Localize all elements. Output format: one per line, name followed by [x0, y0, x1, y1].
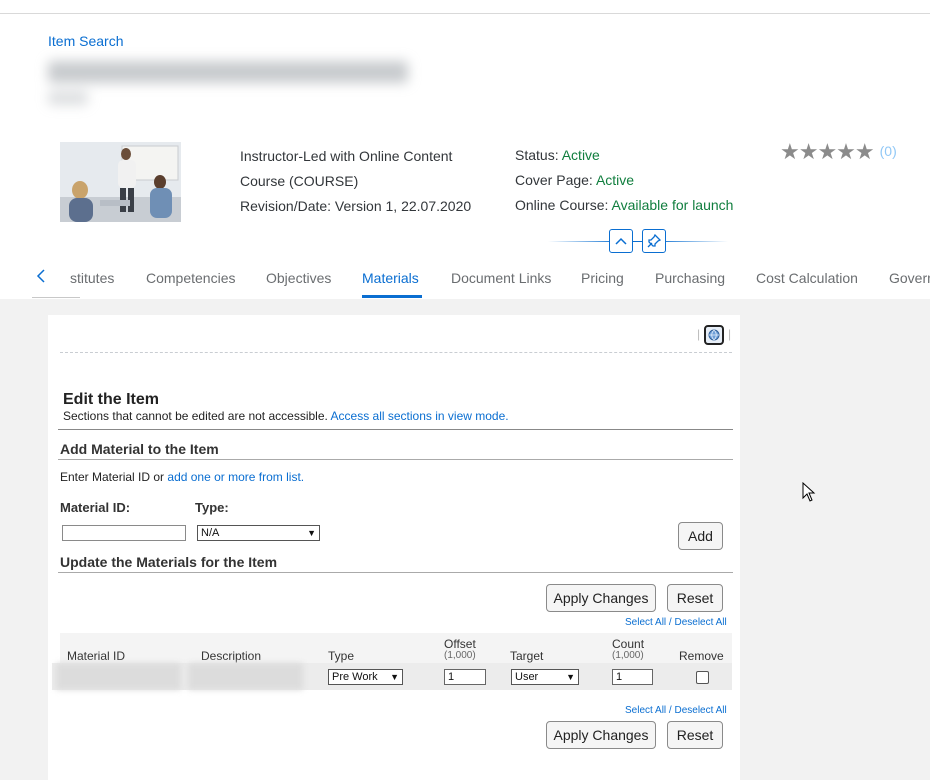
active-tab-indicator [362, 295, 422, 298]
divider [58, 459, 733, 460]
delivery-method: Instructor-Led with Online Content [240, 148, 453, 164]
cover-page-value: Active [595, 172, 635, 188]
deselect-all-link[interactable]: Deselect All [674, 705, 726, 716]
row-remove-checkbox[interactable] [696, 671, 709, 684]
row-offset-input[interactable]: 1 [444, 669, 486, 685]
pin-icon [647, 234, 661, 248]
dropdown-arrow-icon: ▼ [307, 528, 316, 538]
tab-institutes[interactable]: stitutes [70, 270, 114, 286]
material-id-cell-redacted [56, 663, 181, 690]
tab-pricing[interactable]: Pricing [581, 270, 624, 286]
tab-competencies[interactable]: Competencies [146, 270, 236, 286]
shell-top-bar [0, 0, 930, 14]
type-label: Type: [195, 500, 229, 515]
select-all-links: Select All / Deselect All [625, 617, 727, 628]
item-type: Course (COURSE) [240, 173, 359, 189]
row-type-select[interactable]: Pre Work ▼ [328, 669, 403, 685]
item-summary: Instructor-Led with Online Content Cours… [240, 144, 471, 219]
materials-panel: | | Edit the Item Sections that cannot b… [48, 315, 740, 780]
tab-cost-calculation[interactable]: Cost Calculation [756, 270, 858, 286]
view-mode-link[interactable]: Access all sections in view mode. [331, 409, 509, 423]
add-material-heading: Add Material to the Item [60, 441, 219, 457]
row-count-input[interactable]: 1 [612, 669, 653, 685]
material-id-label: Material ID: [60, 500, 131, 515]
help-button[interactable] [704, 325, 724, 345]
tab-document-links[interactable]: Document Links [451, 270, 551, 286]
select-all-link[interactable]: Select All [625, 617, 666, 628]
update-materials-heading: Update the Materials for the Item [60, 554, 278, 570]
tabs-scroll-left-button[interactable] [36, 268, 54, 288]
tab-objectives[interactable]: Objectives [266, 270, 331, 286]
breadcrumb-item-search[interactable]: Item Search [48, 33, 123, 49]
rating-count[interactable]: (0) [880, 143, 897, 159]
col-description: Description [201, 649, 262, 663]
add-button[interactable]: Add [678, 522, 723, 550]
material-type-select[interactable]: N/A ▼ [197, 525, 320, 541]
header-divider [548, 241, 728, 242]
deselect-all-link[interactable]: Deselect All [674, 617, 726, 628]
description-cell-redacted [188, 663, 303, 690]
help-globe-icon [708, 329, 720, 341]
collapse-header-button[interactable] [609, 229, 633, 253]
reset-button-bottom[interactable]: Reset [667, 721, 723, 749]
page-title-redacted [40, 55, 420, 117]
section-divider [60, 352, 732, 353]
tab-bar: stitutes Competencies Objectives Materia… [0, 260, 930, 298]
mouse-cursor-icon [802, 482, 816, 502]
col-remove: Remove [679, 649, 724, 663]
pin-header-button[interactable] [642, 229, 666, 253]
apply-changes-button-bottom[interactable]: Apply Changes [546, 721, 656, 749]
divider [58, 429, 733, 430]
revision-date: Revision/Date: Version 1, 22.07.2020 [240, 198, 472, 214]
cover-page-label: Cover Page: [515, 172, 593, 188]
status-label: Status: [515, 147, 559, 163]
tab-materials[interactable]: Materials [362, 270, 419, 286]
select-all-links-bottom: Select All / Deselect All [625, 705, 727, 716]
tabs-scroll-divider [32, 297, 80, 298]
tab-purchasing[interactable]: Purchasing [655, 270, 725, 286]
col-type: Type [328, 649, 355, 663]
col-count: Count [612, 637, 645, 651]
chevron-up-icon [615, 237, 627, 245]
edit-item-subtitle: Sections that cannot be edited are not a… [63, 409, 509, 423]
col-count-unit: (1,000) [612, 650, 644, 661]
item-status-block: Status: Active Cover Page: Active Online… [515, 143, 733, 218]
rating[interactable]: ★★★★★ (0) [780, 139, 897, 165]
material-id-input[interactable] [62, 525, 186, 541]
col-material-id: Material ID [67, 649, 126, 663]
col-target: Target [510, 649, 544, 663]
online-course-value: Available for launch [611, 197, 734, 213]
rating-stars-icon: ★★★★★ [780, 139, 875, 164]
edit-item-title: Edit the Item [63, 391, 160, 408]
course-thumbnail-image [60, 142, 181, 222]
tab-governance[interactable]: Govern [889, 270, 930, 286]
add-from-list-link[interactable]: add one or more from list. [167, 470, 304, 484]
select-all-link[interactable]: Select All [625, 705, 666, 716]
add-material-intro: Enter Material ID or add one or more fro… [60, 470, 305, 484]
col-offset-unit: (1,000) [444, 650, 476, 661]
col-offset: Offset [444, 637, 476, 651]
divider [58, 572, 733, 573]
online-course-label: Online Course: [515, 197, 609, 213]
dropdown-arrow-icon: ▼ [566, 672, 575, 682]
status-value: Active [561, 147, 600, 163]
chevron-left-icon [36, 269, 45, 283]
row-target-select[interactable]: User ▼ [511, 669, 579, 685]
dropdown-arrow-icon: ▼ [390, 672, 399, 682]
reset-button[interactable]: Reset [667, 584, 723, 612]
apply-changes-button[interactable]: Apply Changes [546, 584, 656, 612]
